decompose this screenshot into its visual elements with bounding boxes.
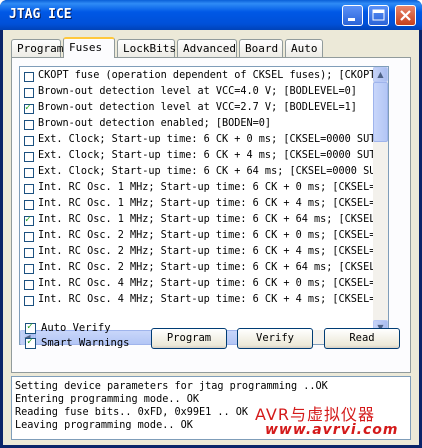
fuse-row[interactable]: Brown-out detection level at VCC=4.0 V; …	[20, 85, 373, 101]
program-button[interactable]: Program	[151, 328, 227, 349]
close-button[interactable]	[395, 5, 416, 26]
tab-board[interactable]: Board	[239, 39, 283, 57]
fuse-label: Ext. Clock; Start-up time: 6 CK + 64 ms;…	[38, 166, 373, 177]
fuse-row[interactable]: Ext. Clock; Start-up time: 6 CK + 0 ms; …	[20, 133, 373, 149]
smart-warnings-box[interactable]	[25, 336, 36, 349]
minimize-icon	[348, 18, 355, 21]
read-button[interactable]: Read	[324, 328, 400, 349]
title-bar[interactable]: JTAG ICE	[0, 0, 422, 30]
fuse-checkbox[interactable]	[24, 184, 34, 194]
tab-lockbits[interactable]: LockBits	[117, 39, 176, 57]
fuse-label: Int. RC Osc. 2 MHz; Start-up time: 6 CK …	[38, 262, 373, 273]
fuse-checkbox[interactable]	[24, 88, 34, 98]
fuse-checkbox[interactable]	[24, 72, 34, 82]
fuse-checkbox[interactable]	[24, 264, 34, 274]
tab-program[interactable]: Program	[11, 39, 63, 57]
log-line: Entering programming mode.. OK	[15, 394, 200, 405]
log-line: Leaving programming mode.. OK	[15, 420, 193, 431]
vertical-scroll-thumb[interactable]	[373, 82, 388, 142]
app-window: JTAG ICE Program Fuses LockBits Advanced…	[0, 0, 422, 448]
fuse-row[interactable]: Ext. Clock; Start-up time: 6 CK + 4 ms; …	[20, 149, 373, 165]
log-line: Reading fuse bits.. 0xFD, 0x99E1 .. OK	[15, 407, 249, 418]
fuse-label: Ext. Clock; Start-up time: 6 CK + 4 ms; …	[38, 150, 373, 161]
maximize-button[interactable]	[368, 5, 389, 26]
close-icon	[400, 10, 411, 21]
fuse-row[interactable]: Ext. Clock; Start-up time: 6 CK + 64 ms;…	[20, 165, 373, 181]
fuse-row[interactable]: CKOPT fuse (operation dependent of CKSEL…	[20, 69, 373, 85]
fuse-row[interactable]: Int. RC Osc. 2 MHz; Start-up time: 6 CK …	[20, 245, 373, 261]
tab-auto[interactable]: Auto	[285, 39, 323, 57]
dialog-body: Program Fuses LockBits Advanced Board Au…	[3, 30, 419, 445]
fuse-list[interactable]: CKOPT fuse (operation dependent of CKSEL…	[19, 66, 389, 336]
fuse-label: CKOPT fuse (operation dependent of CKSEL…	[38, 70, 373, 81]
scroll-up-button[interactable]: ▲	[373, 67, 388, 82]
fuse-label: Int. RC Osc. 2 MHz; Start-up time: 6 CK …	[38, 230, 373, 241]
window-title: JTAG ICE	[9, 7, 72, 22]
fuse-row[interactable]: Int. RC Osc. 2 MHz; Start-up time: 6 CK …	[20, 229, 373, 245]
fuse-checkbox[interactable]	[24, 168, 34, 178]
fuse-row[interactable]: Int. RC Osc. 1 MHz; Start-up time: 6 CK …	[20, 181, 373, 197]
fuse-label: Int. RC Osc. 4 MHz; Start-up time: 6 CK …	[38, 294, 373, 305]
fuse-label: Int. RC Osc. 4 MHz; Start-up time: 6 CK …	[38, 278, 373, 289]
fuse-label: Brown-out detection level at VCC=2.7 V; …	[38, 102, 357, 113]
fuse-row[interactable]: Int. RC Osc. 2 MHz; Start-up time: 6 CK …	[20, 261, 373, 277]
fuse-list-rows: CKOPT fuse (operation dependent of CKSEL…	[20, 67, 373, 335]
fuse-row[interactable]: Int. RC Osc. 1 MHz; Start-up time: 6 CK …	[20, 213, 373, 229]
watermark-url: www.avrvi.com	[265, 422, 399, 438]
fuse-checkbox[interactable]	[24, 214, 34, 226]
fuse-label: Int. RC Osc. 1 MHz; Start-up time: 6 CK …	[38, 214, 373, 225]
maximize-icon	[372, 9, 385, 21]
auto-verify-box[interactable]	[25, 321, 36, 334]
fuse-checkbox[interactable]	[24, 232, 34, 242]
fuse-row[interactable]: Brown-out detection level at VCC=2.7 V; …	[20, 101, 373, 117]
fuse-label: Int. RC Osc. 2 MHz; Start-up time: 6 CK …	[38, 246, 373, 257]
fuse-row[interactable]: Brown-out detection enabled; [BODEN=0]	[20, 117, 373, 133]
fuse-checkbox[interactable]	[24, 248, 34, 258]
fuse-checkbox[interactable]	[24, 120, 34, 130]
fuse-label: Int. RC Osc. 1 MHz; Start-up time: 6 CK …	[38, 198, 373, 209]
fuse-checkbox[interactable]	[24, 280, 34, 290]
tab-advanced[interactable]: Advanced	[177, 39, 237, 57]
smart-warnings-label: Smart Warnings	[41, 337, 130, 349]
fuse-checkbox[interactable]	[24, 102, 34, 114]
vertical-scrollbar[interactable]: ▲ ▼	[373, 67, 388, 335]
fuse-checkbox[interactable]	[24, 152, 34, 162]
minimize-button[interactable]	[342, 5, 363, 26]
fuse-row[interactable]: Int. RC Osc. 1 MHz; Start-up time: 6 CK …	[20, 197, 373, 213]
bottom-edge	[3, 442, 419, 445]
auto-verify-label: Auto Verify	[41, 322, 111, 334]
fuse-checkbox[interactable]	[24, 296, 34, 306]
fuse-label: Int. RC Osc. 1 MHz; Start-up time: 6 CK …	[38, 182, 373, 193]
fuse-checkbox[interactable]	[24, 136, 34, 146]
log-line: Setting device parameters for jtag progr…	[15, 381, 328, 392]
fuse-label: Ext. Clock; Start-up time: 6 CK + 0 ms; …	[38, 134, 373, 145]
fuse-row[interactable]: Int. RC Osc. 4 MHz; Start-up time: 6 CK …	[20, 277, 373, 293]
verify-button[interactable]: Verify	[237, 328, 313, 349]
fuse-checkbox[interactable]	[24, 200, 34, 210]
fuse-label: Brown-out detection enabled; [BODEN=0]	[38, 118, 272, 129]
tab-fuses[interactable]: Fuses	[63, 37, 115, 58]
fuse-label: Brown-out detection level at VCC=4.0 V; …	[38, 86, 357, 97]
fuse-row[interactable]: Int. RC Osc. 4 MHz; Start-up time: 6 CK …	[20, 293, 373, 309]
